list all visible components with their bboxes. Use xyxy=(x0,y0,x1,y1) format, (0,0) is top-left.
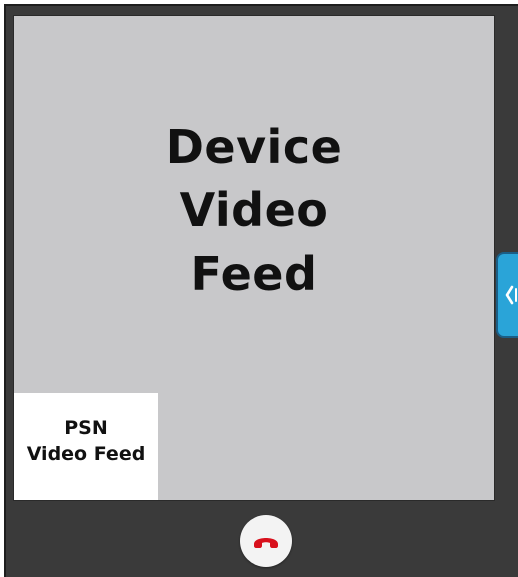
psn-video-feed-label: PSN Video Feed xyxy=(26,417,146,466)
video-call-window: Device Video Feed PSN Video Feed xyxy=(0,0,518,577)
psn-video-feed: PSN Video Feed xyxy=(14,393,158,500)
hang-up-button[interactable] xyxy=(240,515,292,567)
device-video-feed-label: Device Video Feed xyxy=(165,120,343,301)
side-panel-toggle-button[interactable] xyxy=(496,252,518,338)
chevron-left-icon xyxy=(505,285,517,305)
phone-hangup-icon xyxy=(254,538,278,548)
